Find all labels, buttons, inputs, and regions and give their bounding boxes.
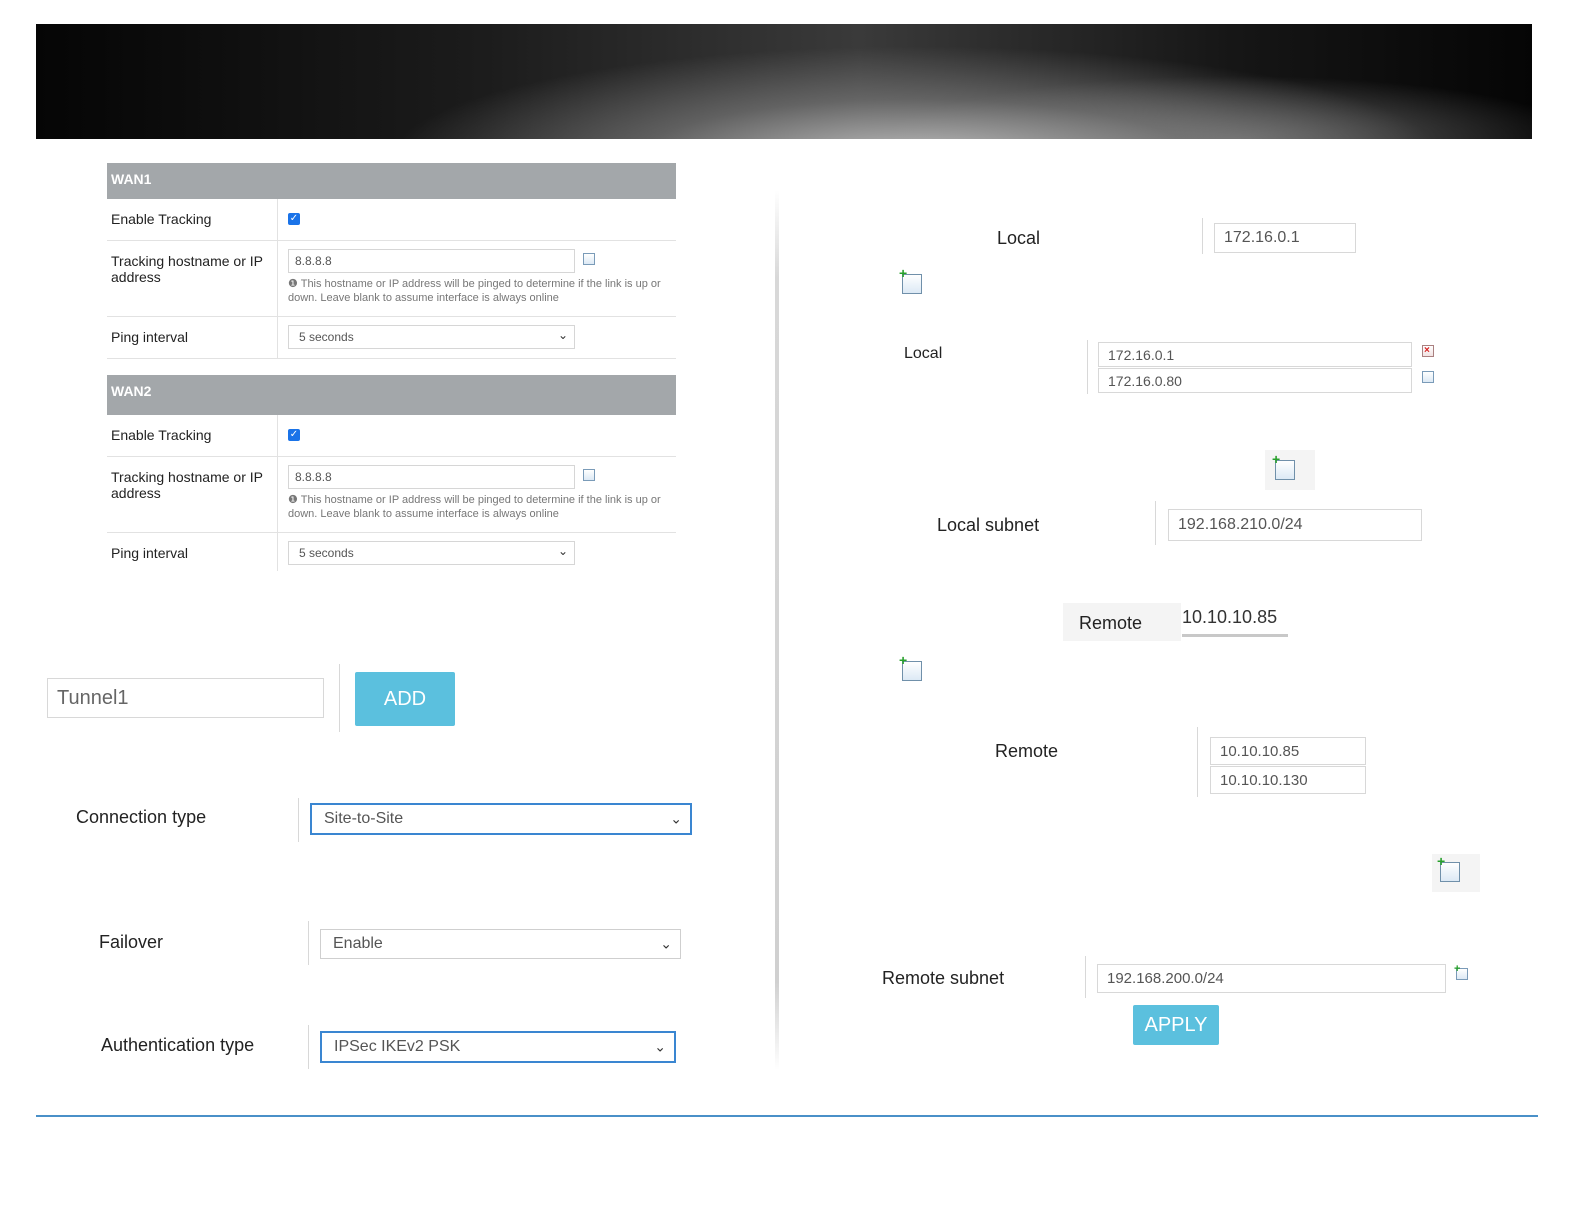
footer-rule <box>36 1115 1538 1117</box>
add-page-icon[interactable]: + <box>899 653 922 681</box>
remote-input[interactable]: 10.10.10.85 <box>1182 607 1277 628</box>
info-icon: ❶ <box>288 278 301 290</box>
separator <box>308 1025 309 1069</box>
local-multi-label: Local <box>904 345 943 362</box>
apply-button[interactable]: APPLY <box>1133 1005 1219 1045</box>
add-page-icon[interactable] <box>583 469 595 481</box>
header-banner <box>36 24 1532 139</box>
local-label: Local <box>997 228 1041 248</box>
wan1-enable-checkbox[interactable]: ✓ <box>288 213 300 225</box>
remote-multi-label: Remote <box>995 741 1059 761</box>
wan1-tracking-input[interactable]: 8.8.8.8 <box>288 249 575 273</box>
local-input[interactable]: 172.16.0.1 <box>1214 223 1356 253</box>
local-subnet-label: Local subnet <box>937 515 1040 535</box>
wan1-ping-row: Ping interval 5 seconds ⌄ <box>107 317 676 359</box>
wan2-ping-select[interactable]: 5 seconds ⌄ <box>288 541 575 565</box>
auth-type-select[interactable]: IPSec IKEv2 PSK ⌄ <box>320 1031 676 1063</box>
wan1-enable-row: Enable Tracking ✓ <box>107 199 676 241</box>
remote-label: Remote <box>1079 613 1143 633</box>
wan1-tracking-label: Tracking hostname or IP address <box>107 241 278 316</box>
wan1-ping-select[interactable]: 5 seconds ⌄ <box>288 325 575 349</box>
remote-subnet-label: Remote subnet <box>882 968 1005 988</box>
remote-multi-input-2[interactable]: 10.10.10.130 <box>1210 766 1366 794</box>
add-page-icon[interactable]: + <box>899 266 922 294</box>
add-tunnel-button[interactable]: ADD <box>355 672 455 726</box>
wan2-tracking-input[interactable]: 8.8.8.8 <box>288 465 575 489</box>
auth-type-label: Authentication type <box>101 1035 255 1055</box>
connection-type-label: Connection type <box>76 807 207 827</box>
chevron-down-icon: ⌄ <box>660 935 672 952</box>
remote-input-underline <box>1182 634 1288 637</box>
remote-multi-input-1[interactable]: 10.10.10.85 <box>1210 737 1366 765</box>
wan1-tracking-row: Tracking hostname or IP address 8.8.8.8 … <box>107 241 676 317</box>
separator <box>1202 218 1203 254</box>
chevron-down-icon: ⌄ <box>557 544 568 558</box>
wan2-tracking-row: Tracking hostname or IP address 8.8.8.8 … <box>107 457 676 533</box>
wan2-enable-row: Enable Tracking ✓ <box>107 415 676 457</box>
local-multi-input-2[interactable]: 172.16.0.80 <box>1098 368 1412 393</box>
wan1-panel: WAN1 Enable Tracking ✓ Tracking hostname… <box>107 163 676 359</box>
failover-label: Failover <box>99 932 164 952</box>
info-icon: ❶ <box>288 494 301 506</box>
wan2-tracking-help: ❶ This hostname or IP address will be pi… <box>288 494 661 520</box>
wan2-panel: WAN2 Enable Tracking ✓ Tracking hostname… <box>107 375 676 571</box>
chevron-down-icon: ⌄ <box>670 810 682 827</box>
separator <box>298 798 299 842</box>
failover-select[interactable]: Enable ⌄ <box>320 929 681 959</box>
tunnel-name-input[interactable]: Tunnel1 <box>47 678 324 718</box>
chevron-down-icon: ⌄ <box>557 328 568 342</box>
wan1-ping-label: Ping interval <box>107 317 278 358</box>
add-page-icon[interactable]: + <box>1454 964 1468 980</box>
wan2-ping-row: Ping interval 5 seconds ⌄ <box>107 533 676 571</box>
remote-subnet-input[interactable]: 192.168.200.0/24 <box>1097 964 1446 993</box>
separator <box>1155 501 1156 545</box>
delete-page-icon[interactable]: × <box>1422 345 1434 357</box>
chevron-down-icon: ⌄ <box>654 1038 666 1055</box>
wan2-tracking-label: Tracking hostname or IP address <box>107 457 278 532</box>
wan1-header: WAN1 <box>107 163 676 199</box>
separator <box>308 921 309 965</box>
wan2-header: WAN2 <box>107 375 676 415</box>
separator <box>339 664 340 732</box>
column-divider <box>775 190 779 1070</box>
local-subnet-input[interactable]: 192.168.210.0/24 <box>1168 509 1422 541</box>
local-multi-input-1[interactable]: 172.16.0.1 <box>1098 342 1412 367</box>
separator <box>1087 340 1088 394</box>
add-page-icon[interactable]: + <box>1437 854 1460 882</box>
add-page-icon[interactable] <box>583 253 595 265</box>
wan1-enable-label: Enable Tracking <box>107 199 278 240</box>
wan2-enable-label: Enable Tracking <box>107 415 278 456</box>
separator <box>1085 956 1086 998</box>
add-page-icon[interactable] <box>1422 371 1434 383</box>
wan2-ping-label: Ping interval <box>107 533 278 571</box>
separator <box>1197 727 1198 797</box>
wan2-enable-checkbox[interactable]: ✓ <box>288 429 300 441</box>
wan1-tracking-help: ❶ This hostname or IP address will be pi… <box>288 278 661 304</box>
connection-type-select[interactable]: Site-to-Site ⌄ <box>310 803 692 835</box>
add-page-icon[interactable]: + <box>1272 452 1295 480</box>
